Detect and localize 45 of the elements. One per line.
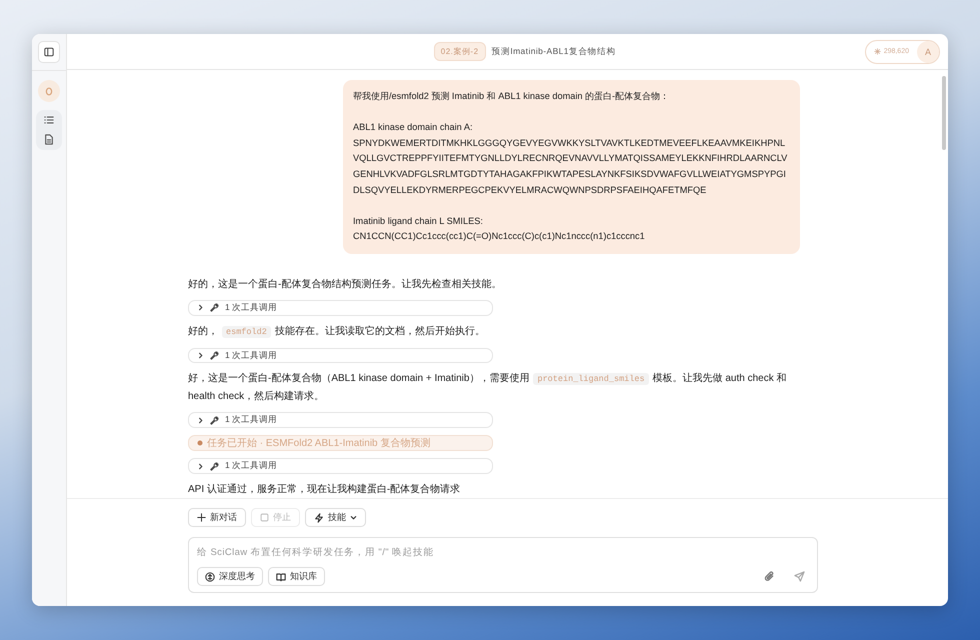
inline-code: protein_ligand_smiles: [533, 373, 649, 386]
tool-call-toggle[interactable]: 1 次工具调用: [188, 458, 493, 474]
message-text: ABL1 kinase domain chain A:: [353, 121, 474, 134]
panel-icon: [44, 47, 54, 57]
message-text: DLSQVYELLEKDYRMERPEGCPEKVYELMRACWQWNPSDRPSFAEIHQAFETMFQE: [353, 184, 708, 197]
wrench-icon: [210, 351, 219, 360]
paperclip-icon[interactable]: [764, 571, 775, 582]
message-text: SPNYDKWEMERTDITMKHKLGGGQYGEVYEGVWKKYSLTVAVKTLKEDTMEVEEFLKEAAVMKEIKHPNL: [353, 136, 786, 150]
send-icon[interactable]: [794, 571, 805, 582]
assistant-message-text: 好，这是一个蛋白-配体复合物（ABL1 kinase domain + Imatinib），需要使用 protein_ligand_smiles 模板。让我先做 auth check 和 health check，然后构建请求。: [188, 372, 788, 404]
wrench-icon: [210, 303, 219, 312]
book-icon: [276, 572, 286, 582]
message-text: CN1CCN(CC1)Cc1ccc(cc1)C(=O)Nc1ccc(C)c(c1)Nc1nccc(n1)c1cccnc1: [353, 230, 646, 244]
scrollbar[interactable]: [942, 76, 946, 150]
assistant-message-text: API 认证通过，服务正常，现在让我构建蛋白-配体复合物请求: [188, 482, 462, 497]
new-button[interactable]: 新对话: [188, 508, 246, 527]
assistant-message-text: 好的，这是一个蛋白-配体复合物结构预测任务。让我先检查相关技能。: [188, 278, 502, 292]
lightning-icon: [314, 512, 324, 522]
assistant-message-text: 好的， esmfold2 技能存在。让我读取它的文档，然后开始执行。: [188, 324, 486, 340]
wrench-icon: [210, 416, 219, 425]
message-input-box[interactable]: 给 SciClaw 布置任何科学研发任务，用 "/" 唤起技能 深度思考 知识库: [188, 537, 818, 593]
sidebar-toggle-button[interactable]: [38, 41, 60, 63]
tool-call-toggle[interactable]: 1 次工具调用: [188, 412, 493, 428]
case-badge: 02.案例-2: [434, 42, 486, 61]
inline-code: esmfold2: [222, 326, 271, 338]
list-icon[interactable]: [44, 115, 54, 125]
sparkle-icon: [874, 48, 881, 55]
tool-call-toggle[interactable]: 1 次工具调用: [188, 348, 493, 364]
message-text: Imatinib ligand chain L SMILES:: [353, 214, 484, 228]
tool-call-toggle[interactable]: 1 次工具调用: [188, 300, 493, 316]
message-text: 帮我使用/esmfold2 预测 Imatinib 和 ABL1 kinase domain 的蛋白-配体复合物：: [353, 90, 670, 103]
message-text: VQLLGVCTREPPFYIITEFMTYGNLLDYLRECNRQEVNAVVLLYMATQISSAMEYLEKKNFIHRDLAARNCLV: [353, 152, 788, 166]
knowledge-base-button[interactable]: 知识库: [268, 567, 325, 586]
dot-icon: [197, 440, 203, 446]
task-started-notice: 任务已开始 · ESMFold2 ABL1-Imatinib 复合物预测: [188, 435, 493, 452]
document-icon[interactable]: [44, 134, 54, 145]
deep-thinking-toggle[interactable]: 深度思考: [197, 567, 263, 586]
square-icon: [260, 513, 269, 522]
skills-button[interactable]: 技能: [305, 508, 366, 527]
conversation-title: 预测Imatinib-ABL1复合物结构: [492, 46, 616, 58]
plus-icon: [197, 513, 206, 522]
ring-icon: [45, 86, 53, 96]
message-text: GENHLVKVADFGLSRLMTGDTYTAHAGAKFPIKWTAPESLAYNKFSIKSDVWAFGVLLWEIATYGMSPYPGI: [353, 168, 787, 181]
caret-icon: [350, 514, 357, 521]
wrench-icon: [210, 462, 219, 471]
